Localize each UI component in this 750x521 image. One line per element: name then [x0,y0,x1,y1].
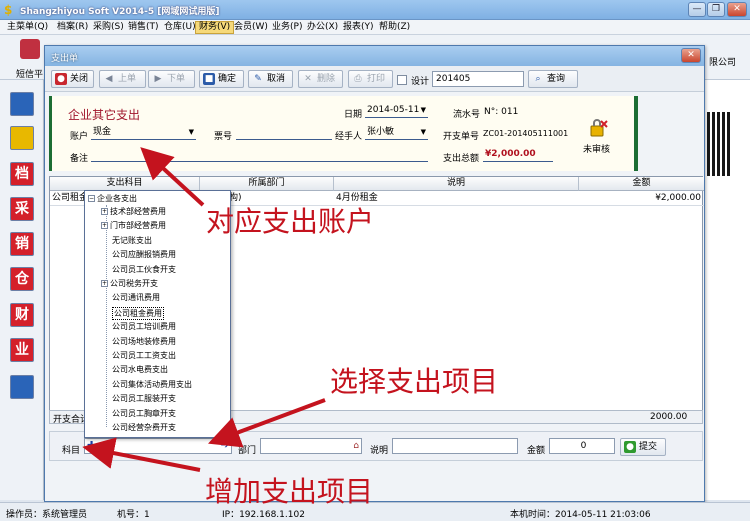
arrow-to-account [140,147,205,207]
annotation-add-item: 增加支出项目 [205,475,374,508]
annotation-arrows [82,147,326,472]
arrow-to-item [208,398,326,448]
arrow-to-add [82,437,201,472]
annotation-select-item: 选择支出项目 [330,365,499,398]
annotation-account: 对应支出账户 [206,205,375,238]
